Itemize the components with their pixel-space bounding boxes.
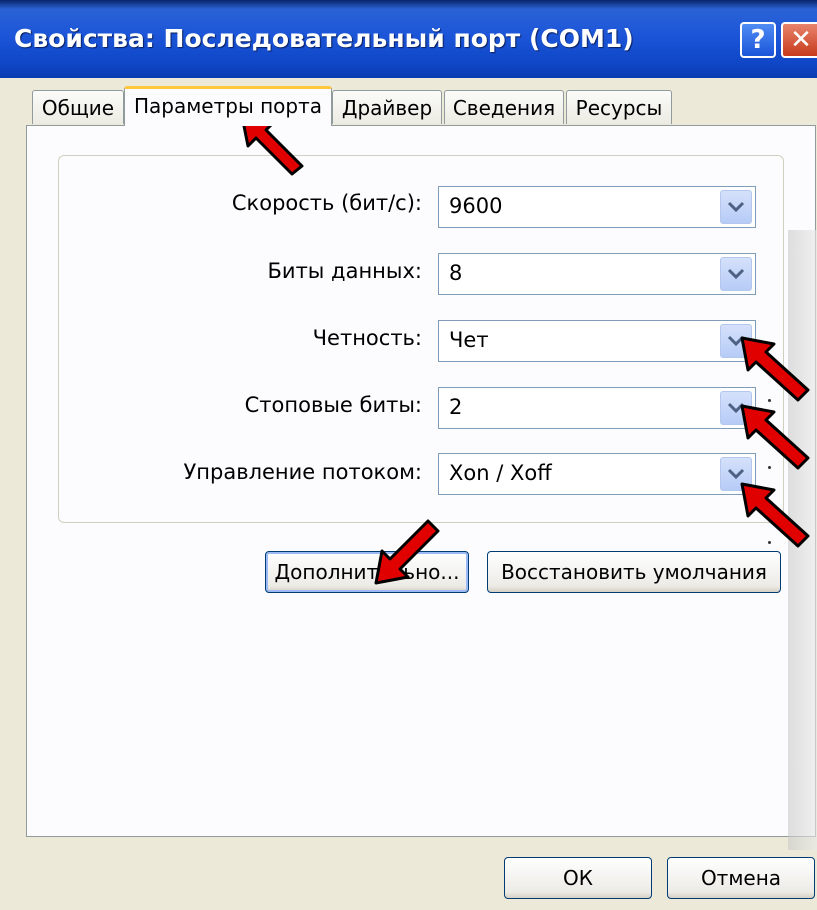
tab-details[interactable]: Сведения bbox=[444, 90, 564, 124]
flow-control-value: Xon / Xoff bbox=[449, 461, 552, 485]
data-bits-label: Биты данных: bbox=[267, 259, 422, 283]
parity-label: Четность: bbox=[312, 326, 422, 350]
red-arrow-icon bbox=[740, 482, 810, 548]
flow-control-label: Управление потоком: bbox=[183, 460, 422, 484]
parity-value: Чет bbox=[449, 328, 489, 352]
chevron-down-icon[interactable] bbox=[720, 257, 752, 291]
parity-combo[interactable]: Чет bbox=[438, 320, 756, 362]
red-arrow-icon bbox=[740, 404, 810, 470]
close-button[interactable]: ✕ bbox=[781, 22, 817, 58]
properties-dialog: Свойства: Последовательный порт (COM1) ?… bbox=[0, 0, 817, 910]
window-title: Свойства: Последовательный порт (COM1) bbox=[14, 24, 634, 53]
restore-defaults-button[interactable]: Восстановить умолчания bbox=[487, 551, 781, 593]
speed-value: 9600 bbox=[449, 194, 503, 218]
tab-resources[interactable]: Ресурсы bbox=[566, 90, 672, 124]
tab-driver[interactable]: Драйвер bbox=[332, 90, 442, 124]
speed-combo[interactable]: 9600 bbox=[438, 186, 756, 228]
red-arrow-icon bbox=[374, 519, 440, 585]
speed-label: Скорость (бит/с): bbox=[231, 191, 422, 215]
help-button[interactable]: ? bbox=[740, 22, 776, 58]
chevron-down-icon[interactable] bbox=[720, 190, 752, 224]
stop-bits-combo[interactable]: 2 bbox=[438, 387, 756, 429]
tab-strip: Общие Параметры порта Драйвер Сведения Р… bbox=[30, 86, 810, 126]
help-icon: ? bbox=[750, 25, 766, 55]
flow-control-combo[interactable]: Xon / Xoff bbox=[438, 453, 756, 495]
title-bar[interactable]: Свойства: Последовательный порт (COM1) ?… bbox=[0, 0, 817, 78]
ok-button[interactable]: ОК bbox=[504, 857, 652, 899]
data-bits-combo[interactable]: 8 bbox=[438, 253, 756, 295]
red-arrow-icon bbox=[740, 336, 810, 402]
tab-general[interactable]: Общие bbox=[32, 90, 124, 124]
tab-port-settings[interactable]: Параметры порта bbox=[124, 86, 332, 126]
stop-bits-value: 2 bbox=[449, 395, 463, 419]
close-icon: ✕ bbox=[790, 25, 812, 55]
data-bits-value: 8 bbox=[449, 261, 463, 285]
stop-bits-label: Стоповые биты: bbox=[244, 393, 422, 417]
cancel-button[interactable]: Отмена bbox=[667, 857, 815, 899]
